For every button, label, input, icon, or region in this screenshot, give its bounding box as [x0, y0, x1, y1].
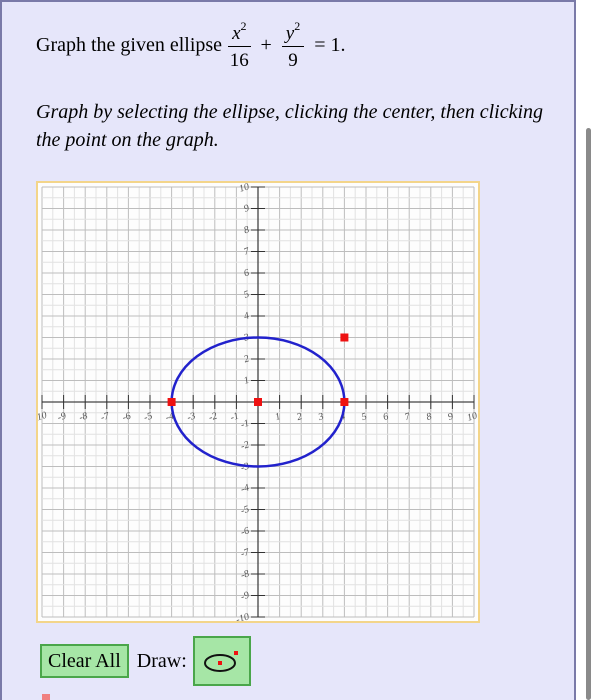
- y-tick-label: -9: [239, 590, 250, 603]
- plus-sign: +: [260, 33, 272, 56]
- y-exponent: 2: [294, 19, 301, 33]
- problem-statement: Graph the given ellipse x2 16 + y2 9 = 1…: [36, 18, 350, 72]
- y-variable: y: [285, 23, 295, 44]
- x-fraction: x2 16: [228, 19, 251, 71]
- ellipse-point: [340, 333, 349, 342]
- equals-one: = 1.: [314, 33, 346, 56]
- ellipse-point: [254, 398, 262, 406]
- y-fraction: y2 9: [281, 19, 305, 71]
- x-tick-label: -10: [38, 410, 48, 425]
- y-tick-label: -10: [235, 611, 251, 621]
- y-tick-label: -8: [239, 568, 250, 581]
- y-tick-label: -5: [239, 504, 250, 517]
- ellipse-point: [167, 398, 176, 406]
- x-variable: x: [232, 23, 241, 44]
- ellipse-tool-icon: [203, 651, 238, 672]
- y-tick-label: 10: [238, 183, 251, 195]
- partial-indicator: [42, 694, 50, 700]
- toolbar: Clear All Draw:: [40, 636, 251, 686]
- graph-frame[interactable]: -10 -9 -8 -7 -6 -5 -4 -3 -2 -1 1 2 3 4 5 6 7 8 9 10 10 9 8 7 6 5 4…: [36, 181, 480, 623]
- y-tick-label: -4: [239, 482, 250, 495]
- clear-all-button[interactable]: Clear All: [40, 644, 129, 678]
- x-exponent: 2: [240, 19, 247, 33]
- ellipse-point: [340, 398, 349, 406]
- y-tick-label: -6: [239, 525, 250, 538]
- y-tick-label: -1: [239, 418, 250, 431]
- draw-ellipse-tool-button[interactable]: [192, 636, 251, 686]
- instructions: Graph by selecting the ellipse, clicking…: [36, 101, 544, 151]
- y-denominator: 9: [288, 50, 298, 71]
- x-tick-label: 10: [466, 410, 478, 424]
- y-tick-label: -7: [239, 547, 251, 560]
- y-tick-label: -2: [239, 439, 250, 452]
- x-denominator: 16: [229, 50, 249, 71]
- draw-label: Draw:: [136, 649, 187, 672]
- problem-prefix: Graph the given ellipse: [36, 33, 223, 56]
- graph-canvas[interactable]: -10 -9 -8 -7 -6 -5 -4 -3 -2 -1 1 2 3 4 5 6 7 8 9 1010987654…: [38, 183, 478, 621]
- scrollbar[interactable]: [586, 128, 591, 700]
